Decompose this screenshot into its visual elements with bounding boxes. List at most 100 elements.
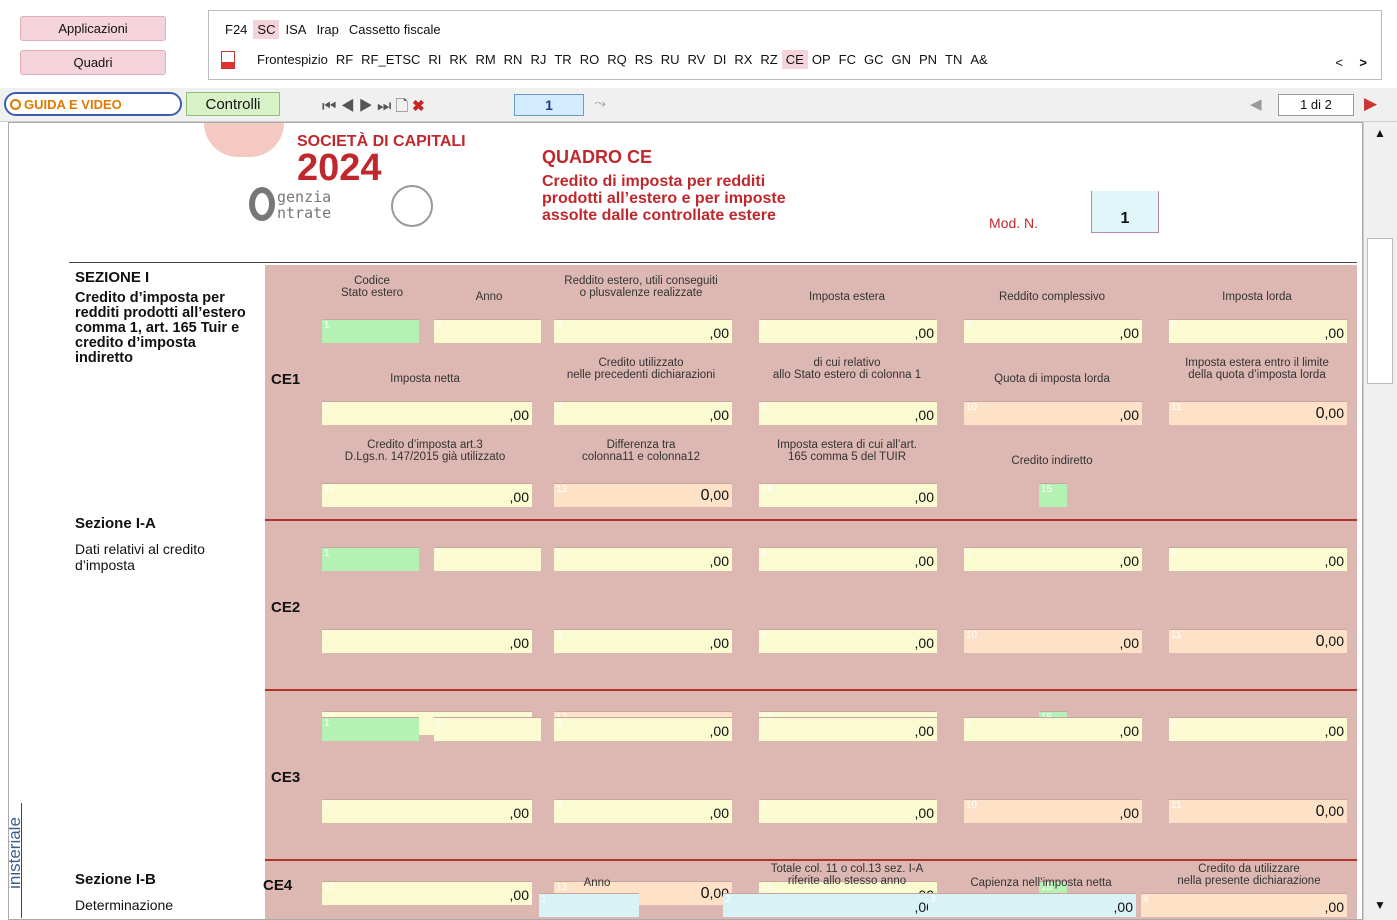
quadri-prev-button[interactable]: <: [1335, 55, 1343, 70]
field-8[interactable]: 8,00: [554, 401, 732, 425]
pdf-icon[interactable]: [221, 50, 235, 69]
quadri-next-button[interactable]: >: [1359, 55, 1367, 70]
field-13[interactable]: 130,00: [554, 483, 732, 507]
quadro-tab-rf-etsc[interactable]: RF_ETSC: [357, 50, 424, 69]
field-1[interactable]: 1: [539, 893, 639, 917]
field-12[interactable]: 12,00: [322, 483, 532, 507]
scroll-thumb[interactable]: [1367, 238, 1393, 384]
quadro-tab-rx[interactable]: RX: [730, 50, 756, 69]
quadro-tab-rs[interactable]: RS: [631, 50, 657, 69]
field-11[interactable]: 11 0,00: [1169, 401, 1347, 425]
quadro-tab-tr[interactable]: TR: [550, 50, 575, 69]
quadro-tab-ri[interactable]: RI: [424, 50, 445, 69]
field-9[interactable]: 9,00: [759, 401, 937, 425]
quadro-tab-pn[interactable]: PN: [915, 50, 941, 69]
quadro-tab-fc[interactable]: FC: [835, 50, 860, 69]
field-11[interactable]: 11 0,00: [1169, 629, 1347, 653]
scroll-up-icon[interactable]: ▲: [1374, 126, 1386, 140]
field-2[interactable]: 2: [434, 717, 541, 741]
quadro-tab-op[interactable]: OP: [808, 50, 835, 69]
quadro-tab-rn[interactable]: RN: [500, 50, 527, 69]
field-number: 4: [761, 320, 767, 331]
field-value: ,00: [1324, 899, 1344, 915]
field-11[interactable]: 11 0,00: [1169, 799, 1347, 823]
field-3[interactable]: 3,00: [554, 547, 732, 571]
next-modulo-icon[interactable]: ▶: [1364, 94, 1377, 114]
field-14[interactable]: 14,00: [759, 483, 937, 507]
field-2[interactable]: 2: [434, 547, 541, 571]
mod-number-field[interactable]: 1: [1091, 191, 1159, 233]
prev-page-icon[interactable]: ◀: [340, 98, 358, 115]
quadro-tab-gc[interactable]: GC: [860, 50, 888, 69]
quadro-tab-tn[interactable]: TN: [941, 50, 966, 69]
field-2[interactable]: 2,00: [723, 893, 937, 917]
delete-page-icon[interactable]: ✖: [412, 98, 428, 115]
field-10[interactable]: 10,00: [964, 401, 1142, 425]
field-15[interactable]: 15: [1039, 483, 1067, 507]
field-10[interactable]: 10,00: [964, 629, 1142, 653]
quadro-tab-rj[interactable]: RJ: [526, 50, 550, 69]
tab-sc[interactable]: SC: [253, 20, 280, 39]
field-9[interactable]: 9,00: [759, 799, 937, 823]
field-7[interactable]: 7,00: [322, 799, 532, 823]
field-8[interactable]: 8,00: [554, 799, 732, 823]
field-4[interactable]: 4,00: [759, 547, 937, 571]
field-number: 7: [324, 800, 330, 811]
field-number: 7: [324, 402, 330, 413]
field-7[interactable]: 7,00: [322, 401, 532, 425]
next-page-icon[interactable]: ▶: [359, 98, 377, 115]
field-6[interactable]: 6,00: [1169, 717, 1347, 741]
quadro-tab-a-[interactable]: A&: [966, 50, 991, 69]
vertical-scrollbar[interactable]: ▲ ▼: [1363, 122, 1397, 920]
field-3[interactable]: 3,00: [554, 717, 732, 741]
last-page-icon[interactable]: ⏭: [377, 98, 395, 115]
field-4[interactable]: 4,00: [1141, 893, 1347, 917]
field-7[interactable]: 7,00: [322, 629, 532, 653]
field-10[interactable]: 10,00: [964, 799, 1142, 823]
new-page-icon[interactable]: 🗋: [395, 98, 412, 115]
field-value: ,00: [509, 887, 529, 903]
quadro-tab-frontespizio[interactable]: Frontespizio: [253, 50, 332, 69]
field-9[interactable]: 9,00: [759, 629, 937, 653]
field-8[interactable]: 8,00: [554, 629, 732, 653]
field-3[interactable]: 3,00: [554, 319, 732, 343]
field-5[interactable]: 5,00: [964, 319, 1142, 343]
field-1[interactable]: 1: [322, 319, 419, 343]
quadro-tab-ce[interactable]: CE: [781, 50, 808, 69]
field-6[interactable]: 6,00: [1169, 319, 1347, 343]
field-6[interactable]: 6,00: [1169, 547, 1347, 571]
field-number: 5: [966, 548, 972, 559]
first-page-icon[interactable]: ⏮: [322, 98, 340, 115]
tab-isa[interactable]: ISA: [281, 20, 310, 39]
tab-irap[interactable]: Irap: [312, 20, 342, 39]
field-number: 8: [556, 630, 562, 641]
quadro-tab-ru[interactable]: RU: [657, 50, 684, 69]
quadro-tab-rv[interactable]: RV: [684, 50, 710, 69]
applicazioni-button[interactable]: Applicazioni: [20, 16, 166, 41]
quadro-tab-di[interactable]: DI: [709, 50, 730, 69]
quadro-tab-ro[interactable]: RO: [576, 50, 604, 69]
quadro-tab-rk[interactable]: RK: [445, 50, 471, 69]
field-5[interactable]: 5,00: [964, 547, 1142, 571]
scroll-down-icon[interactable]: ▼: [1374, 898, 1386, 912]
page-input[interactable]: 1: [514, 94, 584, 116]
field-3[interactable]: 3,00: [928, 893, 1136, 917]
guida-video-button[interactable]: GUIDA E VIDEO: [4, 92, 182, 116]
tab-cassetto-fiscale[interactable]: Cassetto fiscale: [345, 20, 445, 39]
goto-icon[interactable]: ⤳: [594, 95, 606, 112]
prev-modulo-icon[interactable]: ◀: [1250, 95, 1262, 113]
field-1[interactable]: 1: [322, 547, 419, 571]
field-4[interactable]: 4,00: [759, 717, 937, 741]
field-4[interactable]: 4,00: [759, 319, 937, 343]
quadri-button[interactable]: Quadri: [20, 50, 166, 75]
quadro-tab-rm[interactable]: RM: [471, 50, 499, 69]
field-1[interactable]: 1: [322, 717, 419, 741]
quadro-tab-rz[interactable]: RZ: [756, 50, 781, 69]
quadro-tab-gn[interactable]: GN: [887, 50, 915, 69]
quadro-tab-rq[interactable]: RQ: [603, 50, 631, 69]
field-5[interactable]: 5,00: [964, 717, 1142, 741]
field-2[interactable]: 2: [434, 319, 541, 343]
controlli-button[interactable]: Controlli: [186, 92, 280, 116]
quadro-tab-rf[interactable]: RF: [332, 50, 357, 69]
tab-f24[interactable]: F24: [221, 20, 251, 39]
